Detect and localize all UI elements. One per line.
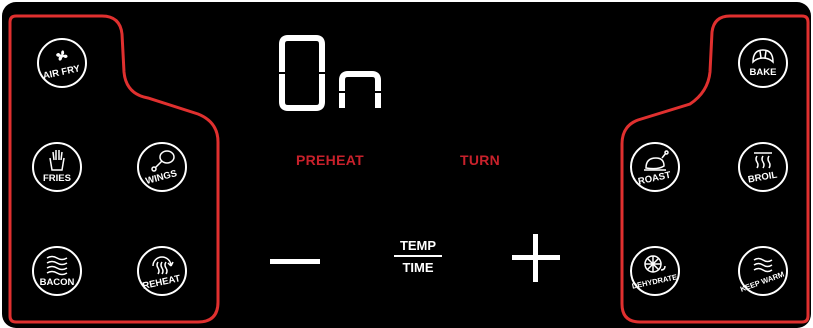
roast-label: ROAST — [637, 170, 672, 188]
roast-chicken-icon — [644, 150, 669, 171]
digital-display: On — [276, 32, 396, 119]
air-fry-button[interactable]: AIR FRY — [37, 38, 87, 88]
fries-button[interactable]: FRIES — [32, 142, 82, 192]
bake-label: BAKE — [750, 67, 777, 78]
turn-indicator: TURN — [460, 152, 501, 168]
minus-icon — [270, 259, 320, 264]
fries-label: FRIES — [43, 173, 71, 184]
wings-label: WINGS — [144, 168, 178, 187]
roast-button[interactable]: ROAST — [630, 142, 680, 192]
preheat-indicator: PREHEAT — [296, 152, 364, 168]
left-zone-outline — [8, 14, 810, 324]
fan-icon — [56, 50, 68, 61]
bake-button[interactable]: BAKE — [738, 38, 788, 88]
keep-warm-button[interactable]: KEEP WARM — [738, 246, 788, 296]
wings-button[interactable]: WINGS — [137, 142, 187, 192]
air-fry-label: AIR FRY — [42, 63, 82, 82]
broil-button[interactable]: BROIL — [738, 142, 788, 192]
bacon-icon — [46, 255, 68, 276]
temp-time-toggle[interactable]: TEMP TIME — [390, 238, 446, 275]
dehydrate-label: DEHYDRATE — [631, 272, 678, 290]
croissant-icon — [752, 49, 774, 64]
bacon-button[interactable]: BACON — [32, 246, 82, 296]
fries-icon — [49, 150, 65, 171]
minus-button[interactable]: — — [268, 254, 322, 268]
time-label: TIME — [402, 260, 434, 275]
broil-label: BROIL — [747, 170, 778, 186]
temp-time-divider — [394, 255, 442, 257]
plus-button[interactable]: + — [510, 232, 562, 284]
reheat-button[interactable]: REHEAT — [137, 246, 187, 296]
seven-segment-readout — [278, 35, 382, 111]
broil-heat-icon — [754, 152, 772, 169]
drumstick-icon — [151, 150, 175, 172]
bacon-label: BACON — [40, 277, 75, 288]
dried-fruit-icon — [644, 255, 666, 273]
temp-label: TEMP — [399, 238, 437, 253]
reheat-icon — [152, 256, 174, 275]
dehydrate-button[interactable]: DEHYDRATE — [630, 246, 680, 296]
control-panel: AIR FRY FRIES WINGS BACON REHEAT PREHEAT… — [2, 2, 811, 328]
keep-warm-label: KEEP WARM — [739, 270, 785, 294]
keep-warm-icon — [753, 257, 773, 273]
reheat-label: REHEAT — [142, 273, 182, 292]
